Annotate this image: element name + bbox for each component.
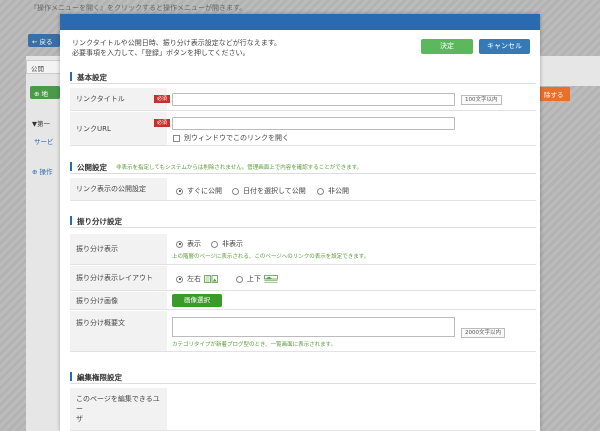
radio-publish-date[interactable]: 日付を選択して公開 xyxy=(232,186,306,196)
background-tab[interactable]: 公開 xyxy=(26,60,62,74)
visibility-label: リンク表示の公開設定 xyxy=(70,178,167,200)
section-publish-note: 非表示を指定してもシステムからは削除されません。管理画面上で内容を確認することが… xyxy=(116,165,363,171)
section-basic-title: 基本設定 xyxy=(77,73,107,82)
radio-layout-vertical[interactable]: 上下 xyxy=(236,274,278,284)
ok-button[interactable]: 決定 xyxy=(421,39,473,54)
background-orange-button[interactable]: 除する xyxy=(540,87,570,101)
row-distribution-image: 振り分け画像 画像選択 xyxy=(70,292,536,310)
new-window-checkbox[interactable]: 別ウィンドウでこのリンクを開く xyxy=(173,133,289,143)
radio-icon[interactable] xyxy=(176,240,183,248)
radio-icon[interactable] xyxy=(211,240,218,248)
row-permissions-users: このページを編集できるユー ザ xyxy=(70,388,536,431)
background-tree-item[interactable]: ▼第一 xyxy=(32,118,50,128)
intro-line-1: リンクタイトルや公開日時、振り分け表示設定などが行なえます。 xyxy=(72,39,282,47)
background-hint-text: 『操作メニューを開く』をクリックすると操作メニューが開きます。 xyxy=(30,4,247,12)
background-operation-item[interactable]: ⊕ 操作 xyxy=(32,166,53,176)
radio-private[interactable]: 非公開 xyxy=(317,186,349,196)
radio-icon[interactable] xyxy=(176,187,183,195)
section-publish-title: 公開設定 xyxy=(77,163,107,172)
intro-line-2: 必要事項を入力して、「登録」ボタンを押してください。 xyxy=(72,49,250,57)
link-url-input[interactable] xyxy=(172,117,455,130)
radio-layout-horizontal[interactable]: 左右 xyxy=(176,274,218,284)
distribution-image-label: 振り分け画像 xyxy=(70,292,167,309)
row-link-title: リンクタイトル 必須 100文字以内 xyxy=(70,88,536,111)
modal-header xyxy=(60,14,540,30)
permissions-users-label: このページを編集できるユー ザ xyxy=(70,388,167,430)
summary-textarea[interactable] xyxy=(172,317,455,337)
background-right-panel xyxy=(540,56,600,86)
link-title-label: リンクタイトル xyxy=(70,88,167,110)
radio-display-hide[interactable]: 非表示 xyxy=(211,239,243,249)
layout-horizontal-icon xyxy=(204,275,218,283)
radio-publish-now[interactable]: すぐに公開 xyxy=(176,186,222,196)
link-title-input[interactable] xyxy=(172,93,455,106)
required-badge: 必須 xyxy=(154,95,170,103)
row-distribution-display: 振り分け表示 表示 非表示 上の階層のページに表示される、このページへのリンクの… xyxy=(70,234,536,265)
radio-icon[interactable] xyxy=(232,187,239,195)
row-visibility: リンク表示の公開設定 すぐに公開 日付を選択して公開 非公開 xyxy=(70,178,536,201)
new-window-label: 別ウィンドウでこのリンクを開く xyxy=(184,134,289,142)
background-green-button[interactable]: ⊕ 地 xyxy=(30,86,60,99)
layout-vertical-icon xyxy=(264,275,278,283)
section-publish: 公開設定 非表示を指定してもシステムからは削除されません。管理画面上で内容を確認… xyxy=(70,160,536,174)
link-settings-modal: リンクタイトルや公開日時、振り分け表示設定などが行なえます。 必要事項を入力して… xyxy=(60,14,540,431)
distribution-display-note: 上の階層のページに表示される、このページへのリンクの表示を設定できます。 xyxy=(172,254,370,260)
radio-icon[interactable] xyxy=(236,275,243,283)
section-permissions-title: 編集権限設定 xyxy=(77,373,122,382)
background-top-bar: 『操作メニューを開く』をクリックすると操作メニューが開きます。 xyxy=(0,0,600,14)
image-select-button[interactable]: 画像選択 xyxy=(172,294,222,307)
section-distribution: 振り分け設定 xyxy=(70,214,536,228)
checkbox-icon[interactable] xyxy=(173,134,180,142)
radio-display-show[interactable]: 表示 xyxy=(176,239,201,249)
section-distribution-title: 振り分け設定 xyxy=(77,217,122,226)
required-badge: 必須 xyxy=(154,119,170,127)
back-button[interactable]: ← 戻る xyxy=(28,34,60,47)
radio-icon[interactable] xyxy=(176,275,183,283)
radio-icon[interactable] xyxy=(317,187,324,195)
section-permissions: 編集権限設定 xyxy=(70,370,536,384)
distribution-summary-label: 振り分け概要文 xyxy=(70,311,167,351)
background-link-item[interactable]: サービ xyxy=(34,136,54,146)
modal-intro: リンクタイトルや公開日時、振り分け表示設定などが行なえます。 必要事項を入力して… xyxy=(72,38,281,58)
row-distribution-layout: 振り分け表示レイアウト 左右 上下 xyxy=(70,266,536,291)
row-link-url: リンクURL 必須 別ウィンドウでこのリンクを開く xyxy=(70,112,536,146)
summary-limit: 2000文字以内 xyxy=(461,328,505,338)
distribution-layout-label: 振り分け表示レイアウト xyxy=(70,266,167,290)
cancel-button[interactable]: キャンセル xyxy=(479,39,530,54)
distribution-display-label: 振り分け表示 xyxy=(70,234,167,264)
section-basic: 基本設定 xyxy=(70,70,536,84)
link-url-label: リンクURL xyxy=(70,112,167,145)
link-title-limit: 100文字以内 xyxy=(461,95,502,105)
summary-note: カテゴリタイプが新着ブログ型のとき、一覧画面に表示されます。 xyxy=(172,342,337,348)
row-distribution-summary: 振り分け概要文 2000文字以内 カテゴリタイプが新着ブログ型のとき、一覧画面に… xyxy=(70,311,536,352)
